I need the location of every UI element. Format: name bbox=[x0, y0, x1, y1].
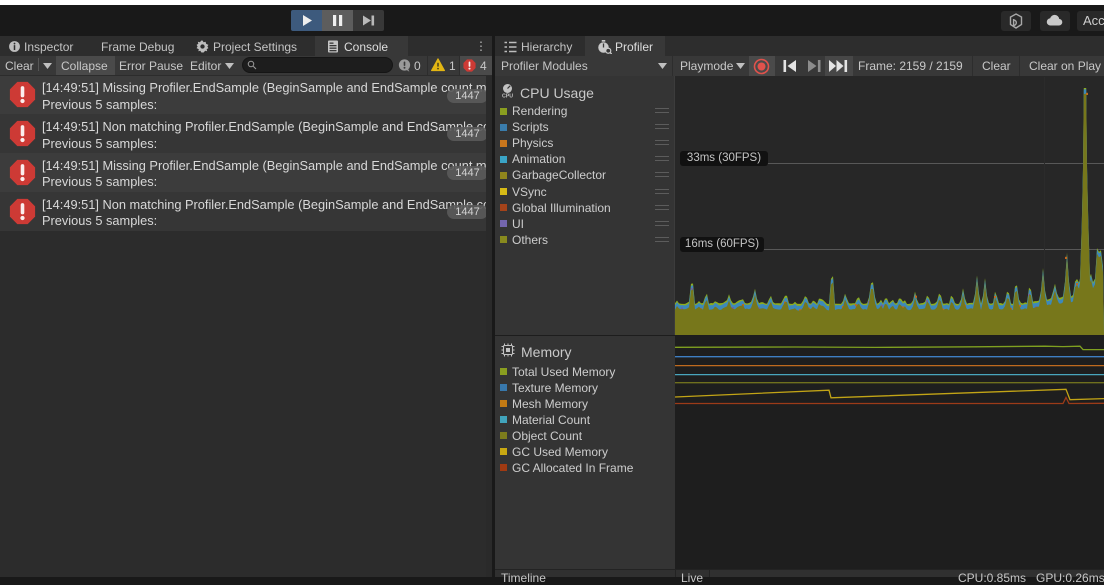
svg-text:CPU: CPU bbox=[502, 94, 513, 99]
